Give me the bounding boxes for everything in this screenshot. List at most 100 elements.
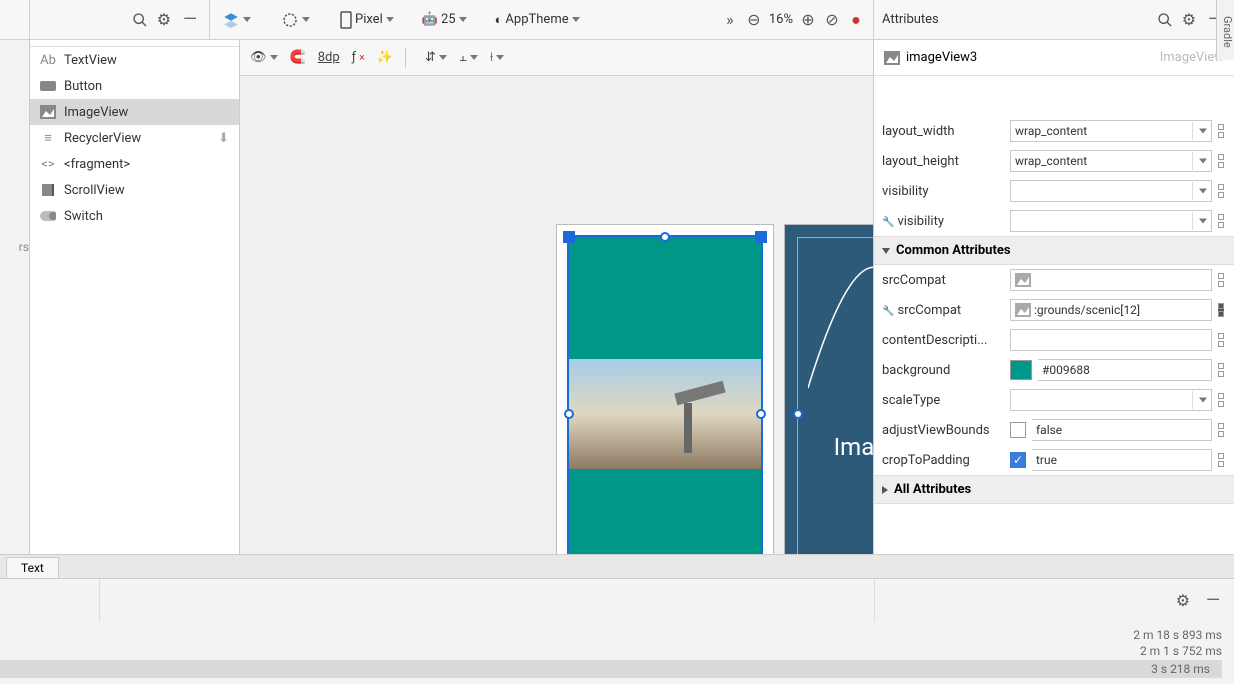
magnet-icon[interactable]: 🧲	[290, 50, 306, 65]
zoom-in-icon[interactable]: ⊕	[799, 11, 817, 29]
attr-marker[interactable]	[1218, 363, 1224, 377]
section-all-attributes[interactable]: All Attributes	[874, 475, 1234, 504]
palette-item-fragment[interactable]: <> <fragment>	[30, 151, 239, 177]
attr-marker[interactable]	[1218, 124, 1224, 138]
attr-marker[interactable]	[1218, 303, 1224, 317]
background-input[interactable]: #009688	[1038, 359, 1212, 381]
adjustviewbounds-checkbox[interactable]	[1010, 422, 1026, 438]
attr-tools-srccompat: srcCompat :grounds/scenic[12]	[874, 295, 1234, 325]
theme-label: AppTheme	[505, 12, 568, 27]
api-label: 25	[441, 12, 456, 27]
layout-height-input[interactable]: wrap_content	[1010, 150, 1212, 172]
palette-item-button[interactable]: Button	[30, 73, 239, 99]
button-icon	[40, 79, 56, 93]
component-icon	[884, 51, 900, 65]
attr-marker[interactable]	[1218, 214, 1224, 228]
attr-search-icon[interactable]	[1156, 11, 1174, 29]
build-time-2: 2 m 1 s 752 ms	[1140, 644, 1222, 658]
zoom-fit-icon[interactable]: ⊘	[823, 11, 841, 29]
tools-visibility-input[interactable]	[1010, 210, 1212, 232]
palette-item-switch[interactable]: Switch	[30, 203, 239, 229]
error-icon[interactable]: ●	[847, 11, 865, 29]
component-type: ImageView	[1160, 50, 1224, 65]
palette-toolbar: ⚙ —	[30, 0, 210, 39]
bottom-tab-strip: Text	[0, 555, 1234, 579]
surface-dropdown[interactable]	[218, 9, 255, 31]
attr-visibility: visibility	[874, 176, 1234, 206]
attr-marker[interactable]	[1218, 333, 1224, 347]
bottom-minimize-icon[interactable]: —	[1202, 590, 1224, 611]
theme-dropdown[interactable]: ◐ AppTheme	[491, 10, 584, 30]
pack-dropdown[interactable]: ⇵	[425, 50, 447, 65]
clear-constraints-icon[interactable]: ƒ×	[352, 50, 365, 65]
status-bar: 2 m 18 s 893 ms 2 m 1 s 752 ms 3 s 218 m…	[0, 622, 1234, 684]
zoom-out-icon[interactable]: ⊖	[745, 11, 763, 29]
palette-item-scrollview[interactable]: ScrollView	[30, 177, 239, 203]
top-toolbar: ⚙ — Pixel 🤖 25	[0, 0, 1234, 40]
attr-marker[interactable]	[1218, 154, 1224, 168]
zoom-level: 16%	[769, 12, 793, 27]
gradle-side-tab[interactable]: Gradle	[1216, 0, 1234, 60]
infer-constraints-icon[interactable]: ✨	[377, 50, 393, 65]
align-dropdown[interactable]: ⫠	[459, 50, 478, 65]
switch-icon	[40, 209, 56, 223]
api-dropdown[interactable]: 🤖 25	[418, 10, 471, 29]
bottom-gear-icon[interactable]: ⚙	[1174, 592, 1192, 610]
layout-width-input[interactable]: wrap_content	[1010, 120, 1212, 142]
palette-item-textview[interactable]: Ab TextView	[30, 47, 239, 73]
attr-contentdescription: contentDescripti...	[874, 325, 1234, 355]
background-swatch[interactable]	[1010, 360, 1032, 380]
attr-marker[interactable]	[1218, 453, 1224, 467]
visibility-input[interactable]	[1010, 180, 1212, 202]
palette-item-recyclerview[interactable]: ≡ RecyclerView ⬇	[30, 125, 239, 151]
canvas-surface[interactable]: ImageView	[240, 76, 873, 554]
palette-panel: Ab TextView Button ImageView ≡ RecyclerV…	[30, 40, 240, 554]
attr-marker[interactable]	[1218, 423, 1224, 437]
palette-item-imageview[interactable]: ImageView	[30, 99, 239, 125]
adjustviewbounds-value[interactable]: false	[1032, 419, 1212, 441]
guidelines-dropdown[interactable]: ⟊	[490, 50, 504, 65]
selection-outline	[569, 237, 761, 554]
contentdescription-input[interactable]	[1010, 329, 1212, 351]
srccompat-input[interactable]	[1010, 269, 1212, 291]
default-margin-dropdown[interactable]: 8dp	[318, 50, 340, 65]
component-id: imageView3	[906, 50, 977, 65]
scrollview-icon	[40, 183, 56, 197]
download-icon[interactable]: ⬇	[218, 131, 229, 146]
attributes-title: Attributes	[882, 12, 1150, 27]
croptopadding-checkbox[interactable]: ✓	[1010, 452, 1026, 468]
orientation-dropdown[interactable]	[277, 9, 314, 31]
design-preview[interactable]	[556, 224, 774, 554]
design-toolbar: 👁 🧲 8dp ƒ× ✨ ⇵ ⫠ ⟊	[240, 40, 873, 76]
blueprint-label: ImageView	[785, 433, 873, 461]
attr-srccompat: srcCompat	[874, 265, 1234, 295]
bottom-col3: ⚙ —	[874, 579, 1234, 622]
attr-marker[interactable]	[1218, 273, 1224, 287]
attributes-panel: imageView3 ImageView layout_width wrap_c…	[874, 40, 1234, 554]
attr-background: background #009688	[874, 355, 1234, 385]
build-time-1: 2 m 18 s 893 ms	[1133, 628, 1222, 642]
attr-marker[interactable]	[1218, 393, 1224, 407]
more-icon[interactable]: »	[721, 11, 739, 29]
croptopadding-value[interactable]: true	[1032, 449, 1212, 471]
attr-marker[interactable]	[1218, 184, 1224, 198]
scaletype-input[interactable]	[1010, 389, 1212, 411]
imageview-icon	[40, 105, 56, 119]
attrs-toolbar: Attributes ⚙ —	[874, 0, 1234, 39]
section-common-attributes[interactable]: Common Attributes	[874, 236, 1234, 265]
attrs-component-header: imageView3 ImageView	[874, 40, 1234, 76]
left-tool-window-stub: rs	[0, 40, 30, 554]
attr-croptopadding: cropToPadding ✓ true	[874, 445, 1234, 475]
tools-srccompat-input[interactable]: :grounds/scenic[12]	[1010, 299, 1212, 321]
device-dropdown[interactable]: Pixel	[336, 9, 398, 31]
minimize-icon[interactable]: —	[179, 9, 201, 30]
tab-text[interactable]: Text	[6, 557, 59, 578]
recyclerview-icon: ≡	[40, 131, 56, 145]
left-stub-top	[0, 0, 30, 39]
search-icon[interactable]	[131, 11, 149, 29]
blueprint-preview[interactable]: ImageView	[784, 224, 873, 554]
attr-gear-icon[interactable]: ⚙	[1180, 11, 1198, 29]
gear-icon[interactable]: ⚙	[155, 11, 173, 29]
preview-config-toolbar: Pixel 🤖 25 ◐ AppTheme » ⊖ 16% ⊕ ⊘ ●	[210, 0, 874, 39]
view-options-dropdown[interactable]: 👁	[250, 50, 278, 65]
